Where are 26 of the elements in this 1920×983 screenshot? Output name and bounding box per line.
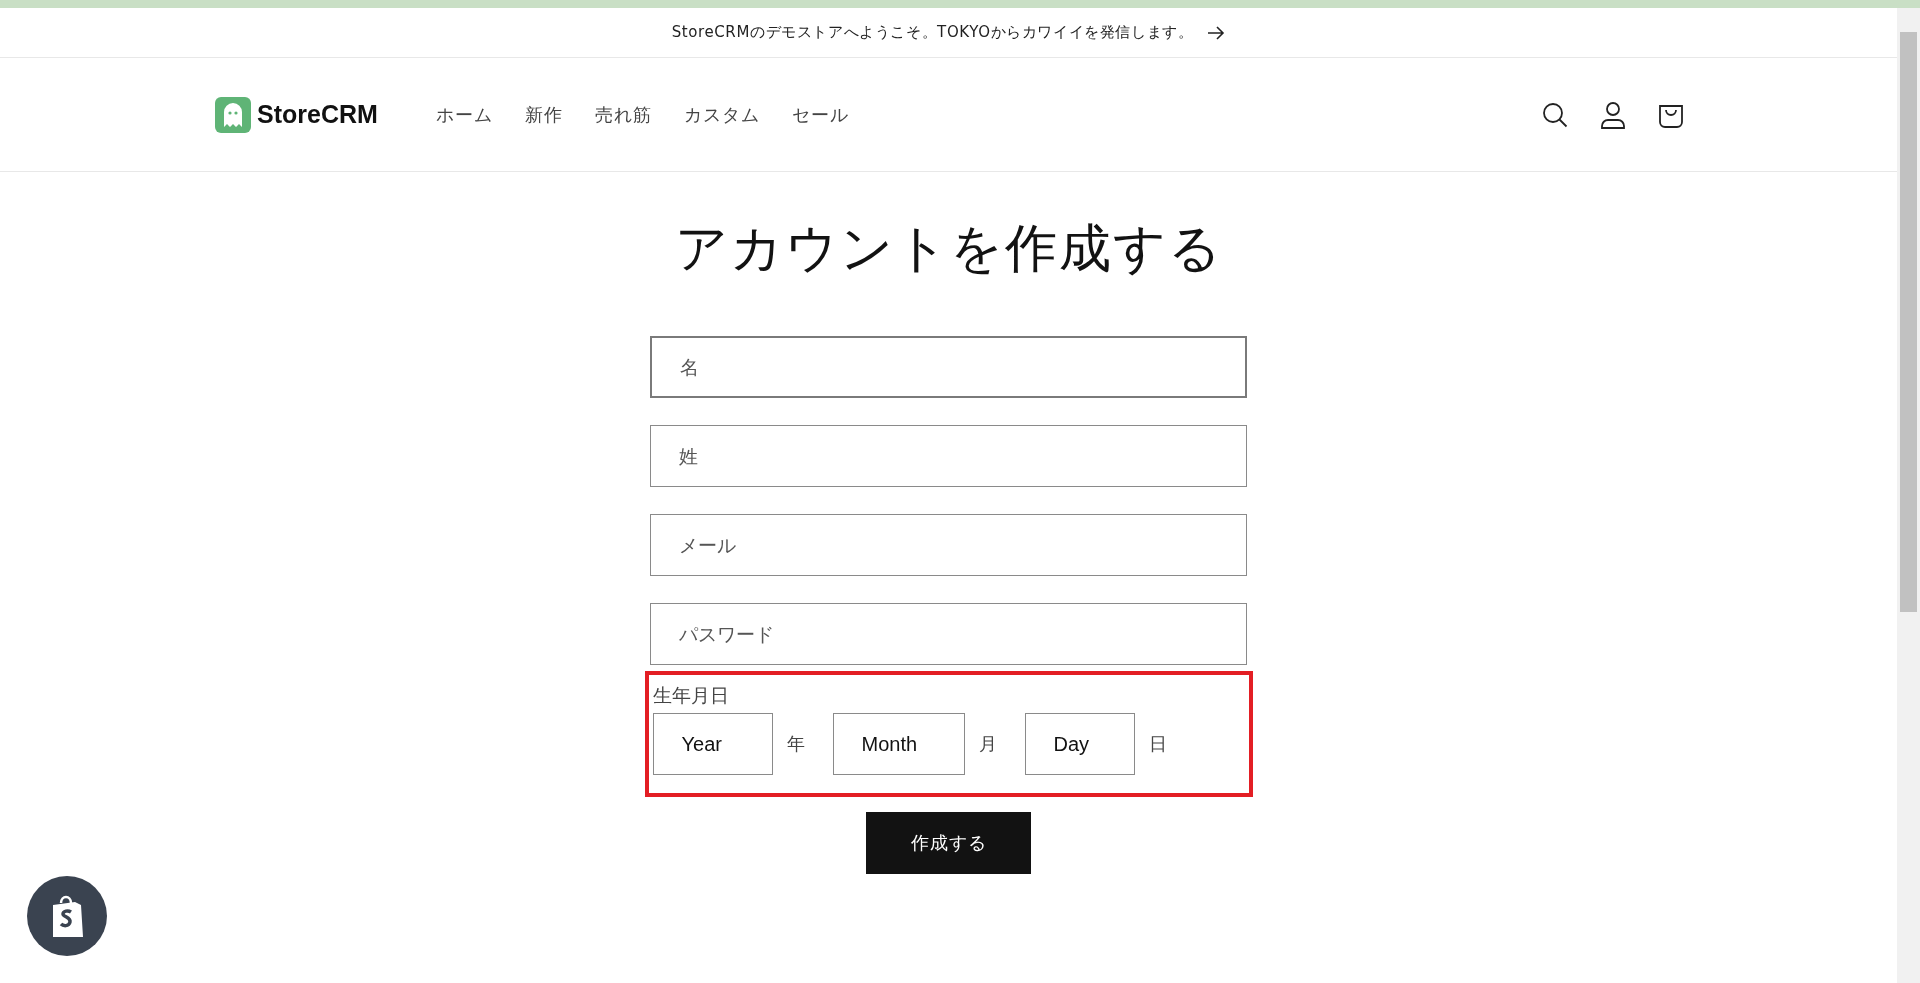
announcement-text: StoreCRMのデモストアへようこそ。TOKYOからカワイイを発信します。 [671, 23, 1194, 42]
nav-link[interactable]: カスタム [683, 102, 760, 127]
logo-text[interactable]: StoreCRM [257, 100, 378, 129]
nav-link[interactable]: 売れ筋 [594, 102, 652, 127]
scrollbar[interactable] [1897, 8, 1920, 983]
arrow-right-icon[interactable] [1207, 25, 1226, 40]
ghost-logo-icon[interactable] [215, 96, 251, 133]
input-field[interactable]: 姓 [650, 425, 1247, 487]
input-field[interactable]: 名 [650, 336, 1247, 398]
birthday-label: 生年月日 [652, 683, 730, 708]
scrollbar-thumb[interactable] [1900, 32, 1917, 612]
page-title: アカウントを作成する [674, 217, 1223, 280]
nav-link[interactable]: 新作 [524, 102, 563, 127]
search-icon[interactable] [1541, 100, 1569, 129]
account-icon[interactable] [1599, 100, 1627, 129]
date-input-field[interactable]: Year [652, 713, 773, 775]
date-unit-label: 年 [786, 732, 805, 756]
nav-link[interactable]: セール [791, 102, 849, 127]
create-button[interactable]: 作成する [866, 812, 1031, 874]
input-field[interactable]: メール [650, 514, 1247, 576]
date-input-field[interactable]: Day [1024, 713, 1135, 775]
date-unit-label: 日 [1148, 732, 1167, 756]
nav-link[interactable]: ホーム [435, 102, 493, 127]
input-field[interactable]: パスワード [650, 603, 1247, 665]
date-unit-label: 月 [978, 732, 997, 756]
date-input-field[interactable]: Month [832, 713, 965, 775]
